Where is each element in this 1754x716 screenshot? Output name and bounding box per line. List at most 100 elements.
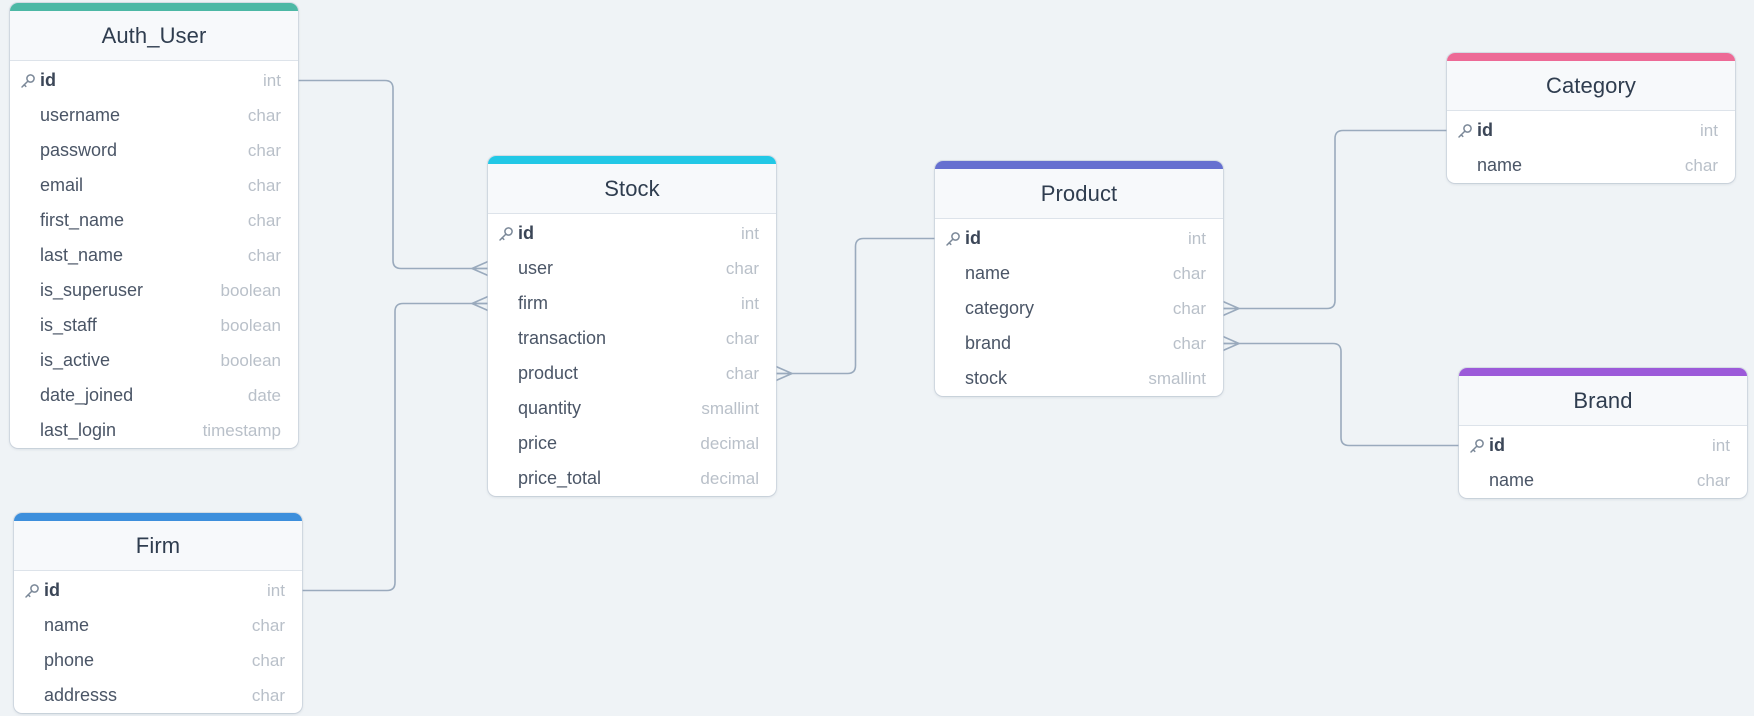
table-accent-bar xyxy=(1447,53,1735,61)
field-name: name xyxy=(44,615,90,635)
field-name: addresss xyxy=(44,685,118,705)
field-row[interactable]: price_total decimal xyxy=(488,461,776,496)
field-row[interactable]: quantity smallint xyxy=(488,391,776,426)
field-row[interactable]: is_superuser boolean xyxy=(10,273,298,308)
table-fields: id int name char category char brand char stock s… xyxy=(935,219,1223,396)
field-row[interactable]: price decimal xyxy=(488,426,776,461)
crow-foot-marker xyxy=(775,365,793,382)
field-row-primary-key[interactable]: id int xyxy=(1447,113,1735,148)
field-row[interactable]: transaction char xyxy=(488,321,776,356)
table-brand[interactable]: Brand id int name char xyxy=(1459,368,1747,498)
field-name: quantity xyxy=(518,398,582,418)
field-name: name xyxy=(1477,155,1523,175)
field-row[interactable]: name char xyxy=(1459,463,1747,498)
field-type: decimal xyxy=(700,468,759,488)
field-type: char xyxy=(251,615,285,635)
field-name: stock xyxy=(965,368,1008,388)
field-row[interactable]: firm int xyxy=(488,286,776,321)
field-row[interactable]: stock smallint xyxy=(935,361,1223,396)
table-firm[interactable]: Firm id int name char phone char addresss char xyxy=(14,513,302,713)
field-row[interactable]: phone char xyxy=(14,643,302,678)
field-row[interactable]: first_name char xyxy=(10,203,298,238)
table-header: Brand xyxy=(1459,376,1747,426)
table-title: Product xyxy=(1040,180,1118,206)
table-accent-bar xyxy=(1459,368,1747,376)
field-name: username xyxy=(40,105,121,125)
table-accent-bar xyxy=(935,161,1223,169)
field-type: int xyxy=(1188,228,1206,248)
field-type: char xyxy=(725,363,759,383)
table-accent-bar xyxy=(10,3,298,11)
field-name: last_login xyxy=(40,420,117,440)
table-header: Auth_User xyxy=(10,11,298,61)
field-row[interactable]: date_joined date xyxy=(10,378,298,413)
key-icon xyxy=(24,583,40,599)
field-row[interactable]: last_login timestamp xyxy=(10,413,298,448)
field-name: first_name xyxy=(40,210,125,230)
field-name: price xyxy=(518,433,558,453)
field-row[interactable]: name char xyxy=(14,608,302,643)
field-type: int xyxy=(263,70,281,90)
field-row[interactable]: product char xyxy=(488,356,776,391)
field-type: smallint xyxy=(1148,368,1206,388)
table-stock[interactable]: Stock id int user char firm int transaction cha… xyxy=(488,156,776,496)
relationship-line xyxy=(776,237,935,375)
field-row-primary-key[interactable]: id int xyxy=(10,63,298,98)
field-type: boolean xyxy=(220,350,281,370)
field-name: id xyxy=(965,228,981,248)
field-type: boolean xyxy=(220,315,281,335)
field-type: boolean xyxy=(220,280,281,300)
table-header: Product xyxy=(935,169,1223,219)
field-name: date_joined xyxy=(40,385,134,405)
field-row-primary-key[interactable]: id int xyxy=(1459,428,1747,463)
field-row-primary-key[interactable]: id int xyxy=(14,573,302,608)
key-icon xyxy=(20,73,36,89)
field-name: product xyxy=(518,363,579,383)
field-name: firm xyxy=(518,293,548,313)
field-name: email xyxy=(40,175,84,195)
field-name: password xyxy=(40,140,118,160)
field-row[interactable]: password char xyxy=(10,133,298,168)
table-category[interactable]: Category id int name char xyxy=(1447,53,1735,183)
field-name: id xyxy=(44,580,60,600)
table-product[interactable]: Product id int name char category char brand ch… xyxy=(935,161,1223,396)
field-row[interactable]: addresss char xyxy=(14,678,302,713)
field-row[interactable]: name char xyxy=(935,256,1223,291)
key-icon xyxy=(498,226,514,242)
field-name: is_active xyxy=(40,350,111,370)
field-type: char xyxy=(725,258,759,278)
table-fields: id int name char phone char addresss char xyxy=(14,571,302,713)
key-icon xyxy=(1469,438,1485,454)
field-name: last_name xyxy=(40,245,124,265)
field-row[interactable]: brand char xyxy=(935,326,1223,361)
table-auth-user[interactable]: Auth_User id int username char password char e… xyxy=(10,3,298,448)
field-type: int xyxy=(1712,435,1730,455)
table-accent-bar xyxy=(14,513,302,521)
table-header: Stock xyxy=(488,164,776,214)
field-row[interactable]: name char xyxy=(1447,148,1735,183)
table-title: Firm xyxy=(135,532,181,558)
table-accent-bar xyxy=(488,156,776,164)
field-row-primary-key[interactable]: id int xyxy=(935,221,1223,256)
field-row[interactable]: username char xyxy=(10,98,298,133)
field-row[interactable]: is_staff boolean xyxy=(10,308,298,343)
field-type: char xyxy=(1172,298,1206,318)
field-row[interactable]: user char xyxy=(488,251,776,286)
field-type: decimal xyxy=(700,433,759,453)
field-row[interactable]: last_name char xyxy=(10,238,298,273)
field-row[interactable]: is_active boolean xyxy=(10,343,298,378)
field-row[interactable]: category char xyxy=(935,291,1223,326)
field-name: is_staff xyxy=(40,315,97,335)
field-type: int xyxy=(1700,120,1718,140)
field-row-primary-key[interactable]: id int xyxy=(488,216,776,251)
relationship-line xyxy=(302,302,488,592)
field-row[interactable]: email char xyxy=(10,168,298,203)
field-type: int xyxy=(741,223,759,243)
field-type: char xyxy=(1172,333,1206,353)
field-type: char xyxy=(247,245,281,265)
field-name: brand xyxy=(965,333,1012,353)
crow-foot-marker xyxy=(471,260,489,277)
table-title: Category xyxy=(1545,72,1637,98)
er-diagram-canvas: Auth_User id int username char password char e… xyxy=(0,0,1754,716)
field-name: phone xyxy=(44,650,95,670)
